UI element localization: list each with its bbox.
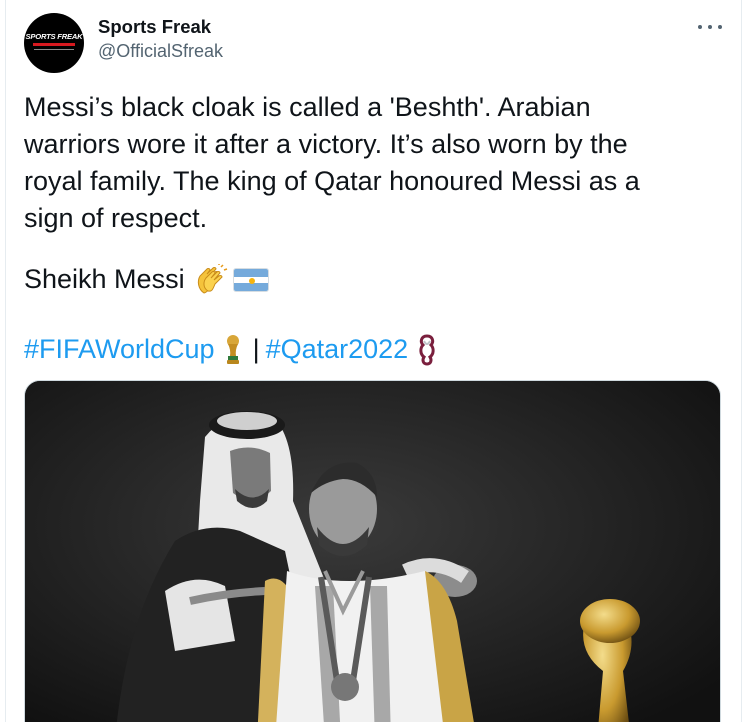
- author-handle[interactable]: @OfficialSfreak: [98, 41, 223, 62]
- hashtag-row: #FIFAWorldCup | #Qatar2022: [24, 331, 438, 368]
- more-horizontal-icon: [698, 25, 702, 29]
- world-cup-trophy-icon: [223, 334, 243, 366]
- hashtag-separator: |: [252, 334, 260, 364]
- more-options-button[interactable]: [692, 16, 728, 38]
- tweet-text-line: royal family. The king of Qatar honoured…: [24, 166, 640, 196]
- tweet-text-line: sign of respect.: [24, 203, 208, 233]
- tweet-signoff: Sheikh Messi: [24, 261, 269, 298]
- card-right-border: [741, 0, 742, 722]
- hashtag-fifaworldcup-link[interactable]: #FIFAWorldCup: [24, 331, 215, 368]
- avatar-logo-underline: [34, 49, 74, 50]
- qatar-2022-emblem-icon: [416, 333, 438, 367]
- avatar-logo-text: SPORTS FREAK: [25, 32, 83, 41]
- clapping-hands-emoji: [195, 262, 229, 296]
- tweet-photo[interactable]: [24, 380, 721, 722]
- hashtag-qatar2022-link[interactable]: #Qatar2022: [266, 331, 409, 368]
- author-display-name[interactable]: Sports Freak: [98, 16, 211, 38]
- more-horizontal-icon-dot: [708, 25, 712, 29]
- avatar-logo-red-bar: [33, 43, 75, 46]
- tweet-card[interactable]: SPORTS FREAK Sports Freak @OfficialSfrea…: [0, 0, 750, 722]
- tweet-text-line: Messi’s black cloak is called a 'Beshth'…: [24, 92, 591, 122]
- card-left-border: [5, 0, 6, 722]
- argentina-flag-emoji: [232, 267, 269, 292]
- avatar[interactable]: SPORTS FREAK: [24, 13, 84, 73]
- signoff-text: Sheikh Messi: [24, 264, 185, 294]
- tweet-text-line: warriors wore it after a victory. It’s a…: [24, 129, 628, 159]
- tweet-text: Messi’s black cloak is called a 'Beshth'…: [24, 89, 724, 237]
- more-horizontal-icon-dot: [718, 25, 722, 29]
- photo-messi-beshth: [25, 381, 720, 722]
